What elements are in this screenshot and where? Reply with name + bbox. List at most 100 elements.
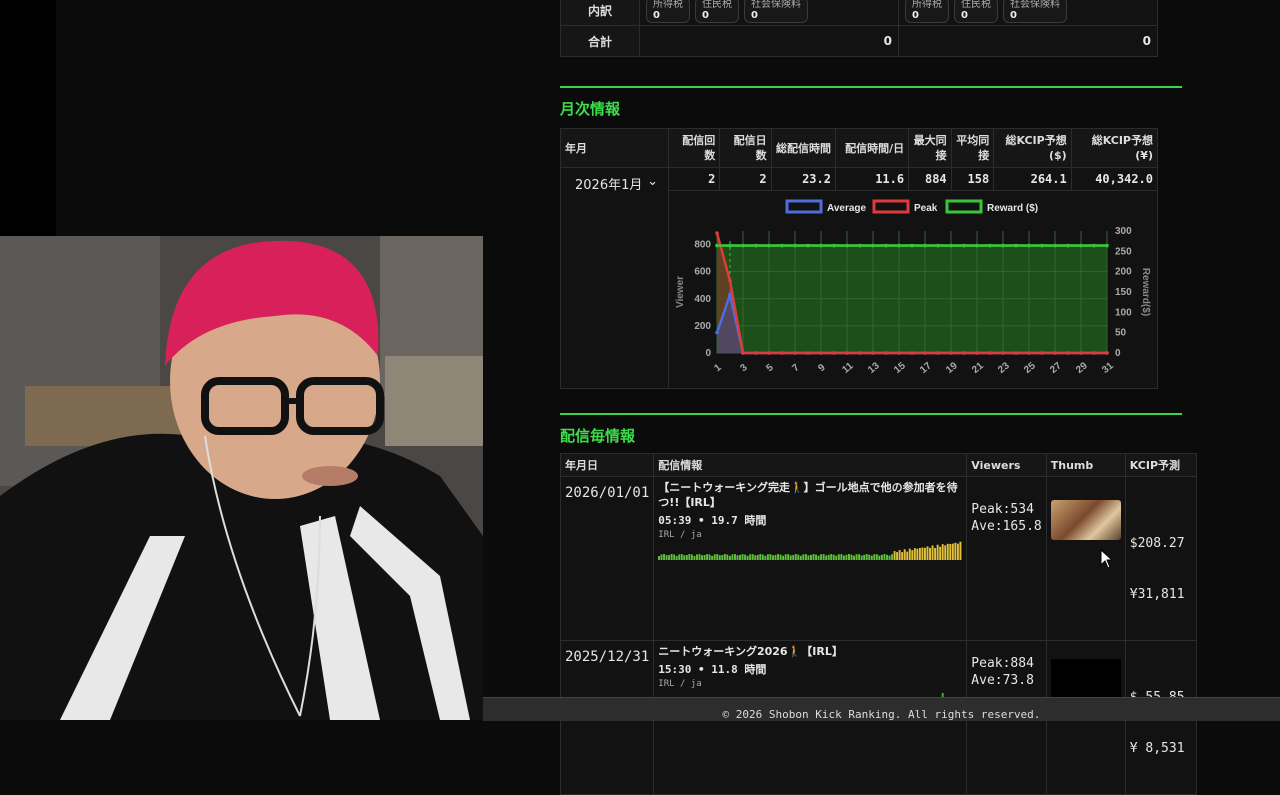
sparkline-bar [934,547,937,560]
webcam-person-image [0,236,483,720]
sparkline-bar [901,552,904,560]
sparkline-bar [807,555,810,560]
data-point [910,351,914,355]
stream-info[interactable]: 【ニートウォーキング完走🚶】ゴール地点で他の参加者を待つ!!【IRL】 05:3… [653,476,968,641]
sparkline-bar [779,554,782,560]
col-header: 最大同接 [908,128,952,168]
col-header: 総配信時間 [770,128,836,168]
stream-meta: 15:30 • 11.8 時間 [658,663,767,676]
data-point [845,243,849,248]
sparkline-bar [942,544,944,560]
peak-viewers: Peak:534 [971,502,1034,517]
data-point [871,243,875,248]
data-point [858,351,862,355]
sparkline-bar [696,554,699,560]
kcip-jpy: ¥31,811 [1129,587,1185,602]
sparkline-bar [810,554,813,560]
data-point [793,243,797,248]
col-header: Thumb [1045,453,1126,477]
data-point [936,243,940,248]
data-point [806,351,810,355]
peak-viewers: Peak:884 [971,656,1034,671]
sparkline-bar [665,555,668,560]
stream-kcip: $208.27 ¥31,811 [1124,476,1198,641]
sparkline-bar [848,554,851,560]
sparkline-bar [782,555,785,560]
data-point [884,243,888,248]
stream-thumbnail[interactable] [1050,500,1121,540]
data-point [780,243,784,248]
tax-summary-table: 内訳 所得税 0 住民税 0 社会保険料 0 所得税 0 住民税 0 社会保険料 0 合計 … [560,0,1158,57]
sparkline-bar [939,546,942,560]
x-tick-label: 31 [1100,360,1116,376]
data-point [1014,243,1018,248]
x-tick-label: 1 [712,362,724,374]
sparkline-bar [752,554,754,560]
sparkline-bar [906,551,909,560]
col-header: 総KCIP予想($) [993,128,1072,168]
sparkline-bar [762,554,765,560]
data-point [845,351,849,355]
stream-title[interactable]: ニートウォーキング2026🚶【IRL】 [658,644,962,659]
stream-date: 2026/01/01 [559,476,655,641]
data-point [1105,351,1109,355]
sparkline-bar [959,541,962,560]
x-tick-label: 23 [996,360,1012,376]
x-tick-label: 3 [738,362,750,374]
sparkline-bar [764,555,767,560]
average-viewers: Ave:73.8 [971,673,1034,688]
y-tick-label: 800 [694,240,711,251]
x-tick-label: 11 [840,360,856,376]
data-point [819,351,823,355]
col-header: 配信情報 [653,453,968,477]
page: 内訳 所得税 0 住民税 0 社会保険料 0 所得税 0 住民税 0 社会保険料 0 合計 … [0,0,1280,795]
sparkline-bar [947,543,950,560]
sparkline-bar [787,554,790,560]
col-header: 年月日 [559,453,655,477]
data-point [923,243,927,248]
data-point [1001,351,1005,355]
legend-label: Peak [914,203,938,214]
data-point [897,351,901,355]
data-point [1027,243,1031,248]
sparkline-bar [802,554,805,560]
y2-tick-label: 150 [1115,287,1132,298]
sparkline-bar [893,551,896,560]
sparkline-bar [668,555,671,560]
y2-tick-label: 100 [1115,307,1132,318]
breakdown-right: 所得税 0 住民税 0 社会保険料 0 [898,0,1158,26]
sparkline-bar [777,554,780,560]
sparkline-bar [714,554,716,560]
sparkline-bar [820,554,823,560]
kcip-jpy: ¥ 8,531 [1129,741,1185,756]
data-point [715,243,719,248]
data-point [884,351,888,355]
sparkline-bar [921,547,924,560]
x-tick-label: 29 [1074,360,1090,376]
sparkline-bar [724,554,727,560]
breakdown-row: 内訳 所得税 0 住民税 0 社会保険料 0 所得税 0 住民税 0 社会保険料 0 [560,0,1158,26]
sparkline-bar [741,554,744,560]
y2-tick-label: 50 [1115,328,1127,339]
stream-thumbnail[interactable] [1050,659,1121,699]
sparkline-bar [734,554,737,560]
sparkline-bar [868,554,871,560]
month-select[interactable]: 2026年1月 ⌄ [560,167,669,389]
sparkline-bar [835,555,838,560]
data-point [832,243,836,248]
breakdown-left: 所得税 0 住民税 0 社会保険料 0 [639,0,899,26]
col-header: 平均同接 [950,128,995,168]
data-point [1040,351,1044,355]
section-divider [560,86,1182,88]
data-point [1053,243,1057,248]
sparkline-bar [822,554,825,560]
sparkline-bar [767,554,770,560]
data-point [1040,243,1044,248]
col-header: Viewers [966,453,1047,477]
stream-title[interactable]: 【ニートウォーキング完走🚶】ゴール地点で他の参加者を待つ!!【IRL】 [658,480,962,510]
chevron-down-icon: ⌄ [647,174,658,189]
sparkline-bar [746,555,749,560]
y2-tick-label: 0 [1115,348,1121,359]
sparkline-bar [688,554,691,560]
sparkline-bar [929,547,932,560]
